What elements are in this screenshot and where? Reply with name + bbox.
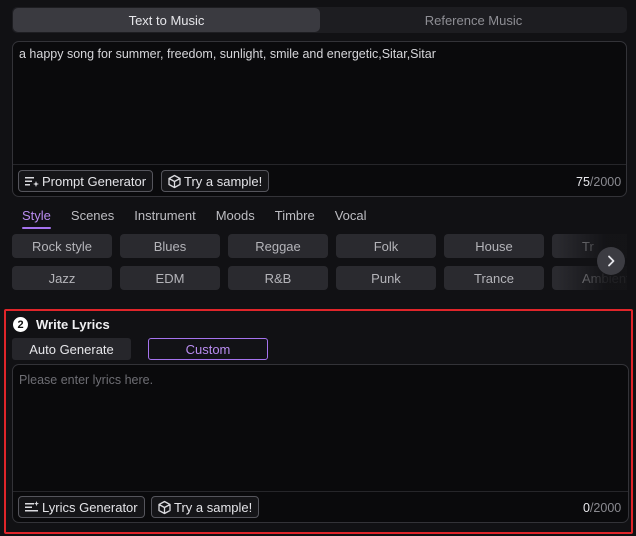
lyrics-sample-button[interactable]: Try a sample! — [151, 496, 260, 518]
genre-row-1: Rock style Blues Reggae Folk House Tr — [12, 234, 627, 258]
auto-generate-button[interactable]: Auto Generate — [12, 338, 131, 360]
lyrics-generator-button[interactable]: Lyrics Generator — [18, 496, 145, 518]
scroll-next-button[interactable] — [597, 247, 625, 275]
lyrics-sample-label: Try a sample! — [174, 499, 253, 515]
prompt-text[interactable]: a happy song for summer, freedom, sunlig… — [19, 47, 436, 61]
genre-chip-trance[interactable]: Trance — [444, 266, 544, 290]
tab-reference-music[interactable]: Reference Music — [320, 7, 627, 33]
genre-chip-house[interactable]: House — [444, 234, 544, 258]
tab-moods[interactable]: Moods — [216, 208, 255, 229]
prompt-char-counter: 75/2000 — [576, 175, 621, 189]
divider — [13, 491, 628, 492]
cube-icon — [158, 500, 171, 514]
lyrics-char-counter: 0/2000 — [583, 501, 621, 515]
prompt-char-count: 75 — [576, 175, 590, 189]
genre-chip-folk[interactable]: Folk — [336, 234, 436, 258]
lyrics-placeholder: Please enter lyrics here. — [19, 373, 154, 387]
tab-style[interactable]: Style — [22, 208, 51, 229]
category-tabs: Style Scenes Instrument Moods Timbre Voc… — [22, 208, 387, 229]
tab-vocal[interactable]: Vocal — [335, 208, 367, 229]
tab-timbre[interactable]: Timbre — [275, 208, 315, 229]
step-number-badge: 2 — [13, 317, 28, 332]
prompt-sample-button[interactable]: Try a sample! — [161, 170, 270, 192]
genre-chip-blues[interactable]: Blues — [120, 234, 220, 258]
prompt-generator-button[interactable]: Prompt Generator — [18, 170, 154, 192]
sparkle-list-icon — [25, 177, 39, 187]
prompt-char-max: /2000 — [589, 175, 622, 189]
genre-chip-rock-style[interactable]: Rock style — [12, 234, 112, 258]
tab-text-to-music[interactable]: Text to Music — [13, 8, 320, 32]
tab-instrument[interactable]: Instrument — [134, 208, 195, 229]
section-title: Write Lyrics — [36, 317, 110, 332]
tab-scenes[interactable]: Scenes — [71, 208, 114, 229]
lyrics-generator-icon — [25, 501, 39, 512]
chevron-right-icon — [608, 255, 615, 267]
prompt-generator-label: Prompt Generator — [42, 173, 147, 189]
mode-tabs: Text to Music Reference Music — [12, 7, 627, 33]
genre-chip-jazz[interactable]: Jazz — [12, 266, 112, 290]
prompt-sample-label: Try a sample! — [184, 173, 263, 189]
cube-icon — [168, 174, 181, 188]
genre-chip-reggae[interactable]: Reggae — [228, 234, 328, 258]
divider — [13, 164, 626, 165]
genre-row-2: Jazz EDM R&B Punk Trance Ambient — [12, 266, 627, 290]
lyrics-char-max: /2000 — [589, 501, 622, 515]
lyrics-generator-label: Lyrics Generator — [42, 499, 138, 515]
genre-chip-rnb[interactable]: R&B — [228, 266, 328, 290]
genre-chip-edm[interactable]: EDM — [120, 266, 220, 290]
lyrics-char-count: 0 — [583, 501, 590, 515]
custom-button[interactable]: Custom — [148, 338, 268, 360]
genre-chip-punk[interactable]: Punk — [336, 266, 436, 290]
